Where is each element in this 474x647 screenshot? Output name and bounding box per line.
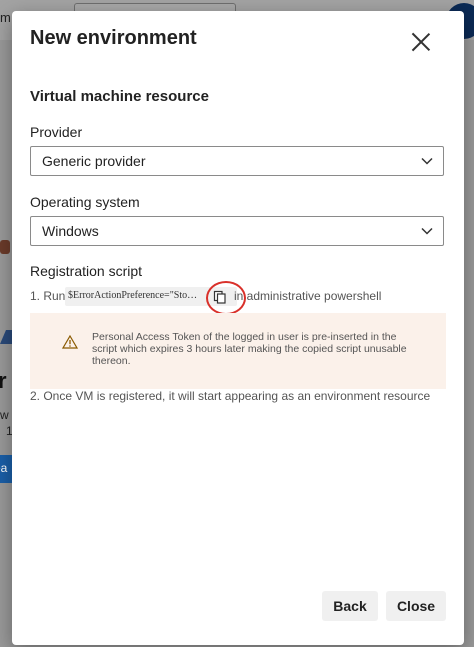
background-button-label: ea <box>0 461 8 475</box>
step1-suffix: in administrative powershell <box>234 289 382 303</box>
background-heading: r <box>0 368 7 393</box>
back-button[interactable]: Back <box>322 591 378 621</box>
background-button: ea <box>0 455 12 483</box>
step2-text: 2. Once VM is registered, it will start … <box>30 389 431 403</box>
os-label: Operating system <box>30 194 140 210</box>
step1-prefix: 1. Run <box>30 289 66 303</box>
warning-box: Personal Access Token of the logged in u… <box>30 313 446 389</box>
dialog-title: New environment <box>30 27 197 49</box>
background-text: m <box>0 10 11 25</box>
background-decoration <box>0 330 12 344</box>
chevron-down-icon <box>421 157 433 165</box>
warning-text: Personal Access Token of the logged in u… <box>92 331 407 367</box>
os-value: Windows <box>42 223 99 239</box>
os-select[interactable]: Windows <box>30 216 444 246</box>
provider-label: Provider <box>30 124 83 140</box>
code-snippet-text: $ErrorActionPreference="Sto… <box>68 290 198 301</box>
section-heading: Virtual machine resource <box>30 88 209 105</box>
close-button[interactable]: Close <box>386 591 446 621</box>
close-icon[interactable] <box>410 31 432 53</box>
registration-label: Registration script <box>30 263 143 279</box>
chevron-down-icon <box>421 227 433 235</box>
warning-icon <box>62 335 78 349</box>
new-environment-dialog: New environment Virtual machine resource… <box>12 11 464 645</box>
provider-select[interactable]: Generic provider <box>30 146 444 176</box>
provider-value: Generic provider <box>42 153 146 169</box>
background-decoration <box>0 240 10 254</box>
